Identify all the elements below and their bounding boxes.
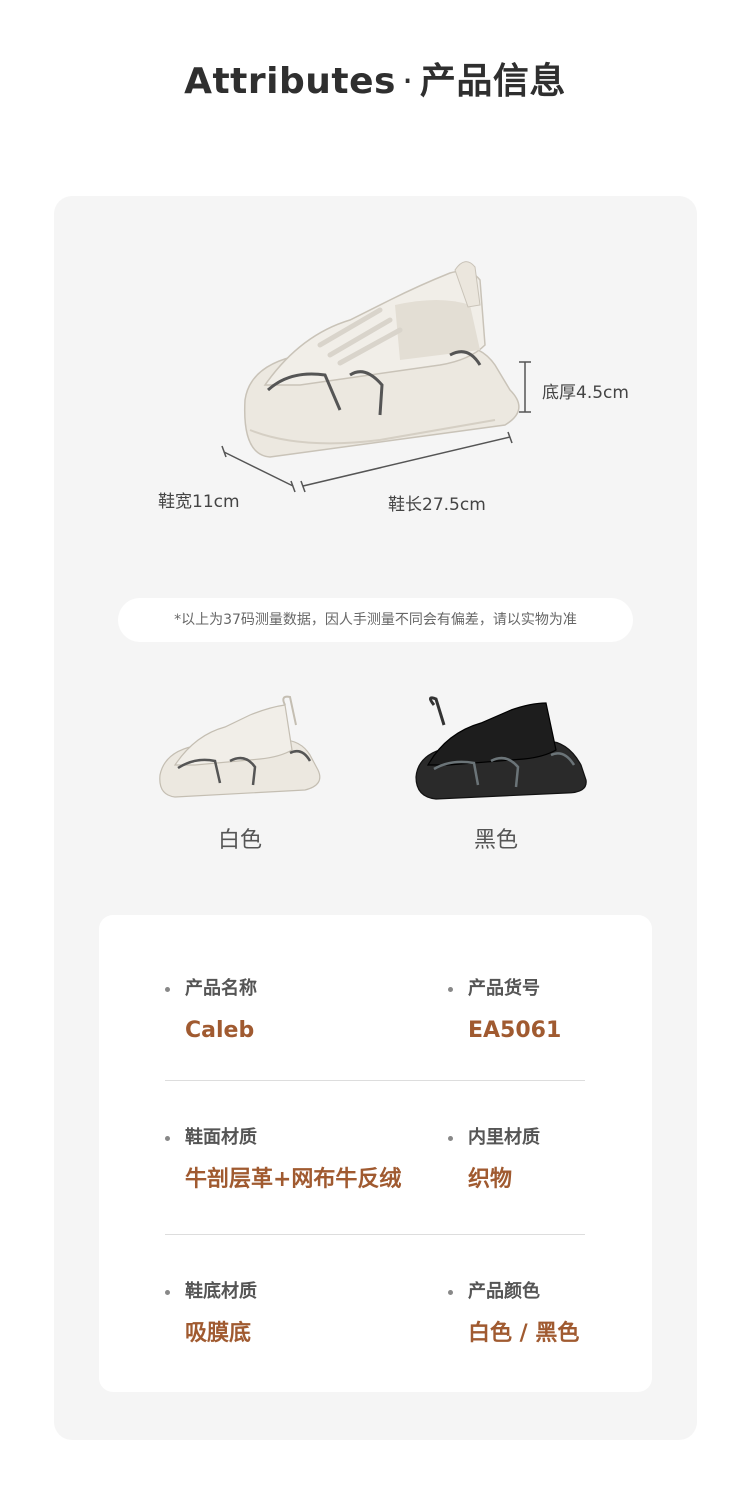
length-label: 鞋长27.5cm [388, 495, 486, 515]
measurement-note: *以上为37码测量数据，因人手测量不同会有偏差，请以实物为准 [118, 598, 633, 642]
attribute-label: 鞋面材质 [165, 1126, 405, 1150]
attribute-row: 鞋底材质 吸膜底 产品颜色 白色 / 黑色 [99, 1280, 652, 1380]
attribute-label: 内里材质 [448, 1126, 688, 1150]
attribute-row: 产品名称 Caleb 产品货号 EA5061 [99, 977, 652, 1077]
attributes-card: 产品名称 Caleb 产品货号 EA5061 鞋面材质 牛剖层革+网布牛反绒 内… [99, 915, 652, 1392]
attribute-value: 吸膜底 [185, 1321, 252, 1346]
title-en: Attributes [184, 61, 396, 102]
attribute-value: EA5061 [468, 1018, 562, 1043]
attribute-value: 牛剖层革+网布牛反绒 [185, 1167, 402, 1192]
variant-white-name: 白色 [217, 828, 262, 853]
attribute-lining-material: 内里材质 织物 [448, 1126, 688, 1194]
attribute-value: 白色 / 黑色 [468, 1321, 580, 1346]
attribute-label: 产品颜色 [448, 1280, 688, 1304]
page-title: Attributes · 产品信息 [0, 52, 750, 104]
variant-black[interactable]: 黑色 [386, 695, 606, 854]
title-cn: 产品信息 [419, 61, 566, 102]
white-sneaker-icon [159, 695, 321, 798]
divider [165, 1080, 585, 1081]
attribute-value: Caleb [185, 1018, 255, 1043]
attribute-value: 织物 [468, 1167, 513, 1192]
variant-white[interactable]: 白色 [130, 695, 350, 854]
title-separator: · [401, 61, 414, 102]
attribute-label: 鞋底材质 [165, 1280, 405, 1304]
width-label: 鞋宽11cm [158, 492, 240, 512]
attribute-product-code: 产品货号 EA5061 [448, 977, 688, 1045]
sole-thickness-label: 底厚4.5cm [542, 383, 629, 403]
attribute-label: 产品名称 [165, 977, 405, 1001]
attribute-product-name: 产品名称 Caleb [165, 977, 405, 1045]
attribute-label: 产品货号 [448, 977, 688, 1001]
black-sneaker-icon [415, 696, 587, 800]
variant-black-name: 黑色 [473, 828, 518, 853]
attribute-upper-material: 鞋面材质 牛剖层革+网布牛反绒 [165, 1126, 405, 1194]
attribute-sole-material: 鞋底材质 吸膜底 [165, 1280, 405, 1348]
divider [165, 1234, 585, 1235]
attribute-row: 鞋面材质 牛剖层革+网布牛反绒 内里材质 织物 [99, 1126, 652, 1226]
attribute-color: 产品颜色 白色 / 黑色 [448, 1280, 688, 1348]
